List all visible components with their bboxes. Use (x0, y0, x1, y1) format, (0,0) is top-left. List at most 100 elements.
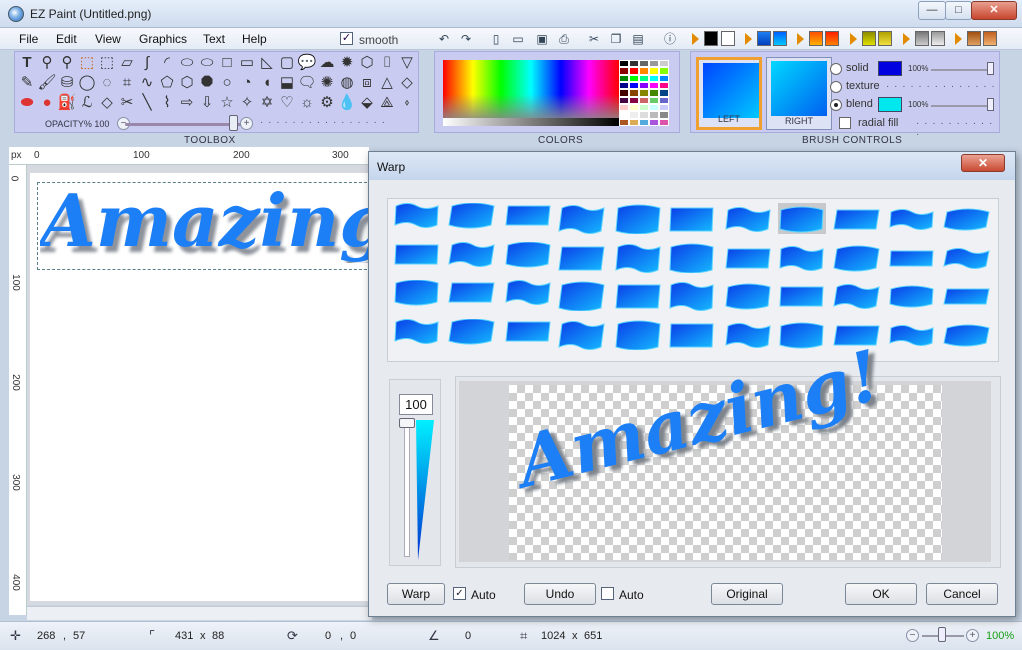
warp-shape-option[interactable] (503, 203, 551, 234)
rect-select-tool-icon[interactable]: ⬚ (77, 53, 97, 73)
maximize-button[interactable]: □ (945, 1, 972, 20)
warp-shape-option[interactable] (613, 280, 661, 311)
inverted-triangle-tool-icon[interactable]: ▽ (397, 53, 417, 73)
opacity-slider-thumb[interactable] (229, 115, 238, 131)
solid-radio[interactable] (830, 63, 842, 75)
palette-color[interactable] (649, 74, 659, 82)
gear-shape-tool-icon[interactable]: ⚙ (317, 93, 337, 113)
undo-button[interactable]: Undo (524, 583, 596, 605)
texture-radio[interactable] (830, 81, 842, 93)
dotted-diamond-tool-icon[interactable]: ◇ (97, 93, 117, 113)
warp-shape-option[interactable] (723, 242, 771, 273)
palette-color[interactable] (619, 103, 629, 112)
zoom-in-icon[interactable]: + (966, 629, 979, 642)
sun-tool-icon[interactable]: ☼ (297, 93, 317, 113)
menu-graphics[interactable]: Graphics (139, 32, 187, 46)
scissors-tool-icon[interactable]: ✂ (117, 93, 137, 113)
pencil-tool-icon[interactable]: ✎ (17, 73, 37, 93)
menu-view[interactable]: View (95, 32, 121, 46)
warp-shape-option[interactable] (503, 319, 551, 350)
star4-tool-icon[interactable]: ✧ (237, 93, 257, 113)
zoom-out-icon[interactable]: − (906, 629, 919, 642)
palette-color[interactable] (629, 96, 639, 104)
half-circle-tool-icon[interactable]: ◖ (257, 73, 277, 93)
swatch-brown[interactable] (967, 31, 981, 46)
palette-color[interactable] (619, 118, 629, 126)
zoom-slider-thumb[interactable] (938, 627, 946, 642)
drop-tool-icon[interactable]: 💧 (337, 93, 357, 113)
palette-color[interactable] (629, 103, 639, 112)
palette-color[interactable] (629, 74, 639, 82)
palette-color[interactable] (619, 81, 629, 90)
swatch-arrow-icon[interactable] (903, 33, 910, 45)
palette-color[interactable] (649, 67, 659, 75)
swatch-cyan[interactable] (773, 31, 787, 46)
copy-icon[interactable]: ❐ (609, 32, 623, 46)
triangle-tool-icon[interactable]: ◺ (257, 53, 277, 73)
warp-shape-option[interactable] (888, 319, 936, 350)
palette-color[interactable] (649, 81, 659, 90)
dotted-circle-tool-icon[interactable]: ◌ (97, 73, 117, 93)
sphere-tool-icon[interactable]: ◍ (337, 73, 357, 93)
warp-strength-value[interactable]: 100 (399, 394, 433, 415)
palette-color[interactable] (629, 118, 639, 126)
menu-text[interactable]: Text (203, 32, 225, 46)
blend-slider-thumb[interactable] (987, 98, 994, 111)
palette-color[interactable] (649, 103, 659, 112)
palette-color[interactable] (649, 118, 659, 126)
palette-color[interactable] (639, 74, 649, 82)
square-tool-icon[interactable]: □ (217, 53, 237, 73)
brush-tool-icon[interactable]: 🖌 (37, 73, 57, 93)
smooth-checkbox[interactable]: ✓ (340, 32, 353, 45)
zoom-out-tool-icon[interactable]: ⚲ (57, 53, 77, 73)
arrow-box-tool-icon[interactable]: ⬓ (277, 73, 297, 93)
palette-color[interactable] (639, 60, 649, 68)
help-icon[interactable]: ⓘ (663, 32, 677, 46)
lasso-tool-icon[interactable]: ℒ (77, 93, 97, 113)
cut-icon[interactable]: ✂ (587, 32, 601, 46)
paste-icon[interactable]: ▤ (631, 32, 645, 46)
palette-color[interactable] (619, 67, 629, 75)
palette-color[interactable] (639, 103, 649, 112)
palette-color[interactable] (629, 67, 639, 75)
warp-shape-option[interactable] (558, 203, 606, 234)
cylinder-tool-icon[interactable]: ⌷ (377, 53, 397, 73)
close-button[interactable]: ✕ (971, 1, 1017, 20)
opacity-increase-icon[interactable]: + (240, 117, 253, 130)
minimize-button[interactable]: — (918, 1, 946, 20)
warp-strength-thumb[interactable] (399, 418, 415, 428)
swatch-orange[interactable] (809, 31, 823, 46)
swatch-silver[interactable] (931, 31, 945, 46)
palette-color[interactable] (639, 111, 649, 119)
blend-slider-track[interactable] (931, 105, 991, 107)
palette-color[interactable] (639, 67, 649, 75)
selection-marquee[interactable] (37, 182, 372, 270)
chord-tool-icon[interactable]: ◔ (237, 73, 257, 93)
pyramid-tool-icon[interactable]: ⟁ (377, 93, 397, 113)
eraser-tool-icon[interactable]: ⬬ (17, 93, 37, 113)
palette-color[interactable] (629, 111, 639, 119)
solid-slider-track[interactable] (931, 69, 991, 71)
box-tool-icon[interactable]: ⧈ (357, 73, 377, 93)
freeform-tool-icon[interactable]: ∿ (137, 73, 157, 93)
swatch-yellow[interactable] (878, 31, 892, 46)
warp-strength-track[interactable] (404, 422, 410, 557)
palette-color[interactable] (639, 118, 649, 126)
palette-color[interactable] (619, 96, 629, 104)
swatch-red[interactable] (825, 31, 839, 46)
palette-color[interactable] (639, 81, 649, 90)
color-palette[interactable] (619, 60, 669, 126)
octagon-tool-icon[interactable]: ⯃ (197, 73, 217, 93)
warp-shape-option[interactable] (888, 242, 936, 273)
warp-shape-option[interactable] (613, 319, 661, 350)
warp-shape-option[interactable] (943, 280, 991, 311)
cloud-tool-icon[interactable]: ☁ (317, 53, 337, 73)
palette-color[interactable] (629, 81, 639, 90)
swatch-arrow-icon[interactable] (797, 33, 804, 45)
palette-color[interactable] (619, 74, 629, 82)
palette-color[interactable] (629, 60, 639, 68)
warp-close-button[interactable]: ✕ (961, 154, 1005, 172)
warp-shape-option[interactable] (503, 241, 551, 273)
callout-tool-icon[interactable]: 💬 (297, 53, 317, 73)
warp-shape-option[interactable] (613, 203, 661, 235)
